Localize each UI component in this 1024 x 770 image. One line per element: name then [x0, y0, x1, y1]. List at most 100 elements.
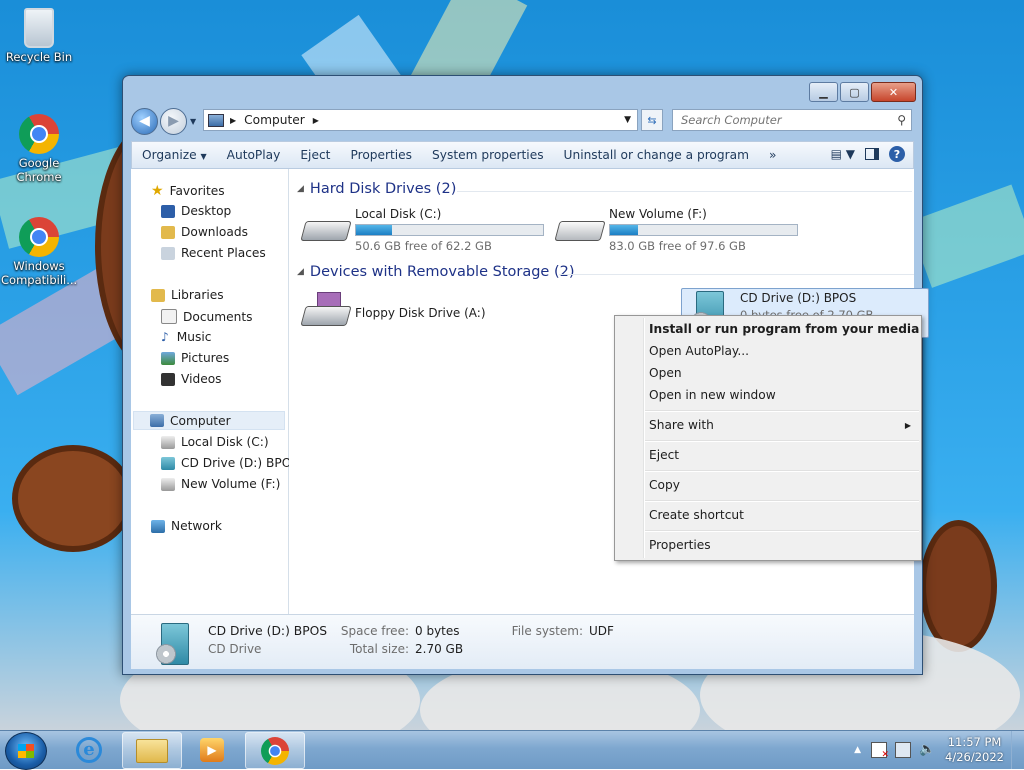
- breadcrumb-arrow-icon[interactable]: ▶: [313, 116, 319, 125]
- menu-item-create-shortcut[interactable]: Create shortcut: [649, 508, 744, 522]
- clock[interactable]: 11:57 PM 4/26/2022: [945, 735, 1004, 765]
- music-icon: ♪: [161, 330, 169, 344]
- organize-label: Organize: [142, 148, 197, 162]
- nav-label: Documents: [183, 309, 253, 324]
- minimize-button[interactable]: ▁: [809, 82, 838, 102]
- menu-item-eject[interactable]: Eject: [649, 448, 679, 462]
- forward-button[interactable]: ▶: [160, 107, 187, 135]
- show-desktop-button[interactable]: [1011, 731, 1024, 769]
- drive-usage-fill: [610, 225, 639, 235]
- menu-item-open[interactable]: Open: [649, 366, 682, 380]
- address-bar[interactable]: ▶ Computer ▶ ▼: [203, 109, 638, 131]
- navigation-pane: ★ Favorites Desktop Downloads Recent Plac…: [131, 169, 299, 614]
- taskbar-media-player[interactable]: ▶: [183, 732, 241, 767]
- breadcrumb-computer[interactable]: Computer: [244, 113, 305, 127]
- maximize-button[interactable]: ▢: [840, 82, 869, 102]
- drive-floppy-a[interactable]: Floppy Disk Drive (A:): [300, 292, 486, 332]
- file-system-label: File system:: [511, 624, 583, 638]
- recycle-bin-icon: [24, 8, 54, 48]
- drive-name: New Volume (F:): [609, 207, 707, 221]
- nav-pictures[interactable]: Pictures: [161, 351, 229, 365]
- eject-button[interactable]: Eject: [290, 148, 340, 162]
- menu-item-share-with[interactable]: Share with: [649, 418, 714, 432]
- more-commands-button[interactable]: »: [759, 148, 786, 162]
- desktop-icon-label: Windows Compatibili...: [1, 259, 78, 287]
- search-box[interactable]: ⚲: [672, 109, 912, 131]
- nav-videos[interactable]: Videos: [161, 372, 222, 386]
- menu-item-properties[interactable]: Properties: [649, 538, 711, 552]
- turtle-shell: [920, 520, 997, 652]
- organize-button[interactable]: Organize ▼: [132, 148, 217, 162]
- menu-separator: [645, 500, 919, 502]
- group-header-hard-disk-drives[interactable]: ◢ Hard Disk Drives (2): [297, 181, 912, 197]
- group-header-removable-storage[interactable]: ◢ Devices with Removable Storage (2): [297, 264, 914, 280]
- nav-label: Downloads: [181, 225, 248, 239]
- pictures-icon: [161, 351, 175, 365]
- desktop-icon-google-chrome[interactable]: Google Chrome: [0, 114, 78, 184]
- collapse-arrow-icon[interactable]: ◢: [297, 184, 304, 194]
- close-button[interactable]: ✕: [871, 82, 916, 102]
- menu-separator: [645, 530, 919, 532]
- total-size-value: 2.70 GB: [415, 642, 464, 656]
- documents-icon: [161, 309, 177, 324]
- refresh-button[interactable]: ⇆: [641, 109, 663, 131]
- nav-downloads[interactable]: Downloads: [161, 225, 248, 239]
- search-icon[interactable]: ⚲: [897, 113, 906, 127]
- menu-item-install-run[interactable]: Install or run program from your media: [649, 322, 919, 336]
- floppy-drive-icon: [300, 292, 352, 332]
- uninstall-program-button[interactable]: Uninstall or change a program: [554, 148, 759, 162]
- nav-cd-drive-d[interactable]: CD Drive (D:) BPOS: [161, 456, 299, 470]
- menu-separator: [645, 470, 919, 472]
- nav-label: New Volume (F:): [181, 477, 281, 491]
- clock-date: 4/26/2022: [945, 750, 1004, 764]
- menu-item-open-new-window[interactable]: Open in new window: [649, 388, 776, 402]
- desktop-icon-windows-compatibility[interactable]: Windows Compatibili...: [0, 217, 78, 287]
- system-properties-button[interactable]: System properties: [422, 148, 554, 162]
- menu-gutter: [643, 318, 645, 558]
- address-dropdown-icon[interactable]: ▼: [624, 115, 631, 125]
- menu-item-open-autoplay[interactable]: Open AutoPlay...: [649, 344, 749, 358]
- back-button[interactable]: ◀: [131, 107, 158, 135]
- network-icon: [151, 519, 165, 533]
- nav-recent-places[interactable]: Recent Places: [161, 246, 266, 260]
- folder-icon: [136, 738, 168, 763]
- drive-usage-bar: [609, 224, 798, 236]
- autoplay-button[interactable]: AutoPlay: [217, 148, 291, 162]
- help-icon[interactable]: ?: [889, 146, 905, 162]
- nav-favorites[interactable]: ★ Favorites: [151, 183, 225, 199]
- show-hidden-icons-icon[interactable]: ▲: [854, 745, 861, 755]
- taskbar-windows-explorer[interactable]: [122, 732, 182, 769]
- nav-documents[interactable]: Documents: [161, 309, 253, 324]
- nav-local-disk-c[interactable]: Local Disk (C:): [161, 435, 269, 449]
- change-view-icon[interactable]: ▤ ▼: [831, 147, 855, 161]
- drive-local-disk-c[interactable]: Local Disk (C:) 50.6 GB free of 62.2 GB: [300, 207, 544, 253]
- taskbar-internet-explorer[interactable]: e: [60, 732, 118, 767]
- breadcrumb-arrow-icon[interactable]: ▶: [230, 116, 236, 125]
- desktop-icon: [161, 204, 175, 218]
- preview-pane-icon[interactable]: [865, 148, 879, 160]
- desktop-icon-recycle-bin[interactable]: Recycle Bin: [0, 8, 78, 64]
- nav-desktop[interactable]: Desktop: [161, 204, 231, 218]
- nav-music[interactable]: ♪ Music: [161, 330, 211, 344]
- properties-button[interactable]: Properties: [340, 148, 422, 162]
- group-divider: [559, 274, 914, 275]
- start-button[interactable]: [5, 732, 47, 770]
- taskbar-google-chrome[interactable]: [245, 732, 305, 769]
- action-center-flag-icon[interactable]: ✕: [871, 742, 889, 760]
- nav-computer[interactable]: Computer: [133, 411, 285, 430]
- nav-libraries[interactable]: Libraries: [151, 288, 224, 302]
- recent-pages-chevron-icon[interactable]: ▼: [190, 117, 196, 126]
- nav-new-volume-f[interactable]: New Volume (F:): [161, 477, 280, 491]
- collapse-arrow-icon[interactable]: ◢: [297, 267, 304, 277]
- details-pane: CD Drive (D:) BPOS CD Drive Space free: …: [131, 614, 914, 669]
- network-tray-icon[interactable]: [895, 742, 912, 758]
- desktop-icon-label: Recycle Bin: [5, 50, 73, 64]
- nav-network[interactable]: Network: [151, 519, 222, 533]
- total-size-label: Total size:: [349, 642, 409, 656]
- menu-item-copy[interactable]: Copy: [649, 478, 680, 492]
- menu-separator: [645, 440, 919, 442]
- drive-new-volume-f[interactable]: New Volume (F:) 83.0 GB free of 97.6 GB: [554, 207, 798, 253]
- space-free-label: Space free:: [340, 624, 409, 638]
- volume-muted-icon[interactable]: 🔈: [919, 743, 935, 757]
- search-input[interactable]: [679, 112, 883, 128]
